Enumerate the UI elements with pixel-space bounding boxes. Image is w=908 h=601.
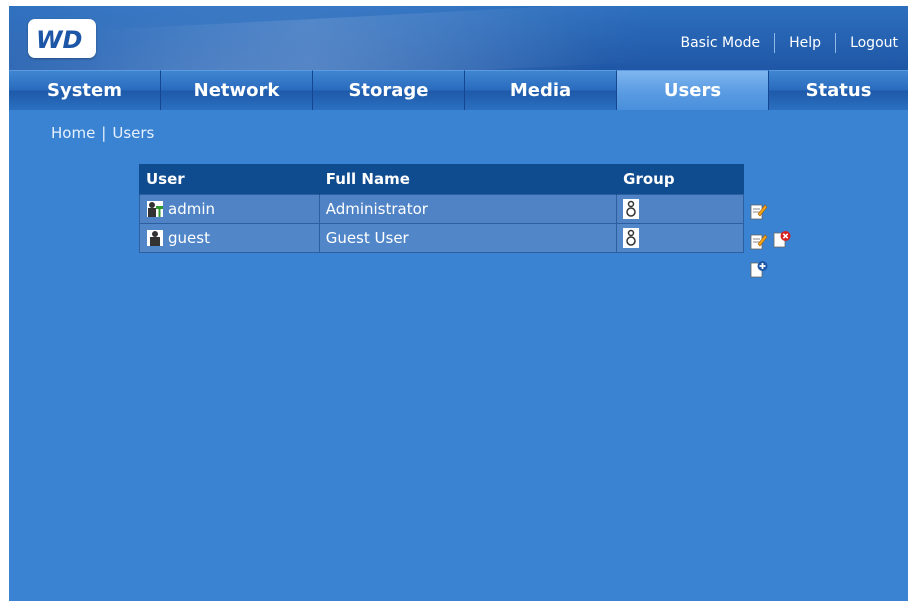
table-row[interactable]: guest Guest User [139,222,744,253]
top-links: Basic Mode Help Logout [680,33,898,53]
edit-icon[interactable] [750,202,768,220]
table-row[interactable]: admin Administrator [139,193,744,224]
tab-network[interactable]: Network [161,70,313,110]
tab-system[interactable]: System [9,70,161,110]
breadcrumb: Home | Users [51,124,154,142]
header-bar: WD Basic Mode Help Logout [9,6,908,70]
admin-user-icon [147,200,163,217]
column-header-full-name: Full Name [318,164,617,194]
group-cell [616,222,744,253]
group-icon [623,198,640,219]
group-cell [616,193,744,224]
group-icon [623,227,640,248]
add-user-icon[interactable] [750,260,768,278]
user-name: guest [168,228,210,247]
tab-status[interactable]: Status [769,70,908,110]
user-cell: admin [139,193,320,224]
user-icon [147,229,163,246]
app-frame: WD Basic Mode Help Logout System Network… [9,6,908,601]
column-header-group: Group [616,164,744,194]
tab-users[interactable]: Users [617,70,769,110]
help-link[interactable]: Help [789,35,821,51]
divider [774,33,776,53]
logout-link[interactable]: Logout [850,35,898,51]
wd-logo-mark: WD [36,26,82,53]
users-table: User Full Name Group admin Administrator [139,164,744,253]
column-header-user: User [139,164,320,194]
wd-logo[interactable]: WD [28,19,96,58]
basic-mode-link[interactable]: Basic Mode [680,35,760,51]
user-cell: guest [139,222,320,253]
breadcrumb-current: Users [112,124,155,142]
edit-icon[interactable] [750,232,768,250]
table-header-row: User Full Name Group [139,164,744,194]
breadcrumb-separator: | [101,124,107,142]
full-name-cell: Administrator [318,193,618,224]
tab-storage[interactable]: Storage [313,70,465,110]
delete-icon[interactable] [773,230,791,248]
breadcrumb-home[interactable]: Home [51,124,95,142]
main-tabs: System Network Storage Media Users Statu… [9,70,908,110]
tab-media[interactable]: Media [465,70,617,110]
svg-text:WD: WD [36,26,82,53]
full-name-cell: Guest User [318,222,618,253]
user-name: admin [168,199,215,218]
divider [835,33,837,53]
